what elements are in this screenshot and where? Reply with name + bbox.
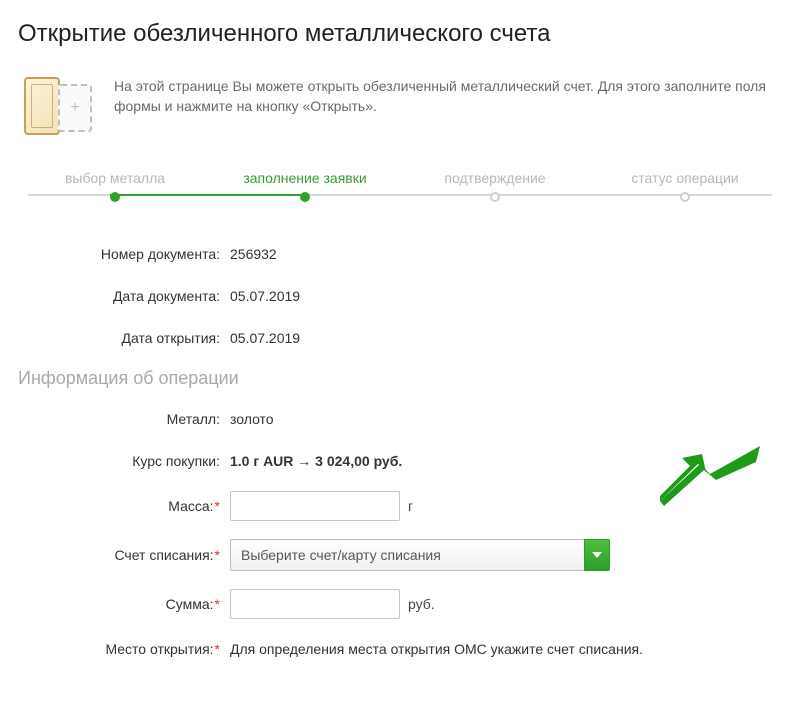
row-place: Место открытия:* Для определения места о… <box>18 637 782 661</box>
value-metal: золото <box>230 411 782 427</box>
row-sum: Сумма:* руб. <box>18 589 782 619</box>
progress-steps: выбор металла заполнение заявки подтверж… <box>18 170 782 202</box>
step-status: статус операции <box>590 170 780 202</box>
intro-text: На этой странице Вы можете открыть обезл… <box>114 74 782 117</box>
page-title: Открытие обезличенного металлического сч… <box>18 20 782 48</box>
label-doc-date: Дата документа: <box>18 288 230 304</box>
value-rate: 1.0 г AUR → 3 024,00 руб. <box>230 453 782 469</box>
sum-unit: руб. <box>408 596 435 612</box>
row-mass: Масса:* г <box>18 491 782 521</box>
section-title-operation: Информация об операции <box>18 368 782 389</box>
step-select-metal: выбор металла <box>20 170 210 202</box>
gold-bar-icon: + <box>18 74 96 140</box>
account-select[interactable]: Выберите счет/карту списания <box>230 539 610 571</box>
label-place: Место открытия:* <box>18 641 230 657</box>
row-doc-date: Дата документа: 05.07.2019 <box>18 284 782 308</box>
label-account: Счет списания:* <box>18 547 230 563</box>
mass-input[interactable] <box>230 491 400 521</box>
intro-block: + На этой странице Вы можете открыть обе… <box>18 74 782 140</box>
value-doc-date: 05.07.2019 <box>230 288 782 304</box>
value-open-date: 05.07.2019 <box>230 330 782 346</box>
step-confirm: подтверждение <box>400 170 590 202</box>
label-metal: Металл: <box>18 411 230 427</box>
label-mass: Масса:* <box>18 498 230 514</box>
row-open-date: Дата открытия: 05.07.2019 <box>18 326 782 350</box>
row-metal: Металл: золото <box>18 407 782 431</box>
row-account: Счет списания:* Выберите счет/карту спис… <box>18 539 782 571</box>
label-rate: Курс покупки: <box>18 453 230 469</box>
label-doc-number: Номер документа: <box>18 246 230 262</box>
label-open-date: Дата открытия: <box>18 330 230 346</box>
row-doc-number: Номер документа: 256932 <box>18 242 782 266</box>
step-fill-form: заполнение заявки <box>210 170 400 202</box>
sum-input[interactable] <box>230 589 400 619</box>
label-sum: Сумма:* <box>18 596 230 612</box>
value-doc-number: 256932 <box>230 246 782 262</box>
value-place-hint: Для определения места открытия ОМС укажи… <box>230 641 782 657</box>
mass-unit: г <box>408 498 413 514</box>
add-placeholder-icon: + <box>58 84 92 132</box>
row-rate: Курс покупки: 1.0 г AUR → 3 024,00 руб. <box>18 449 782 473</box>
